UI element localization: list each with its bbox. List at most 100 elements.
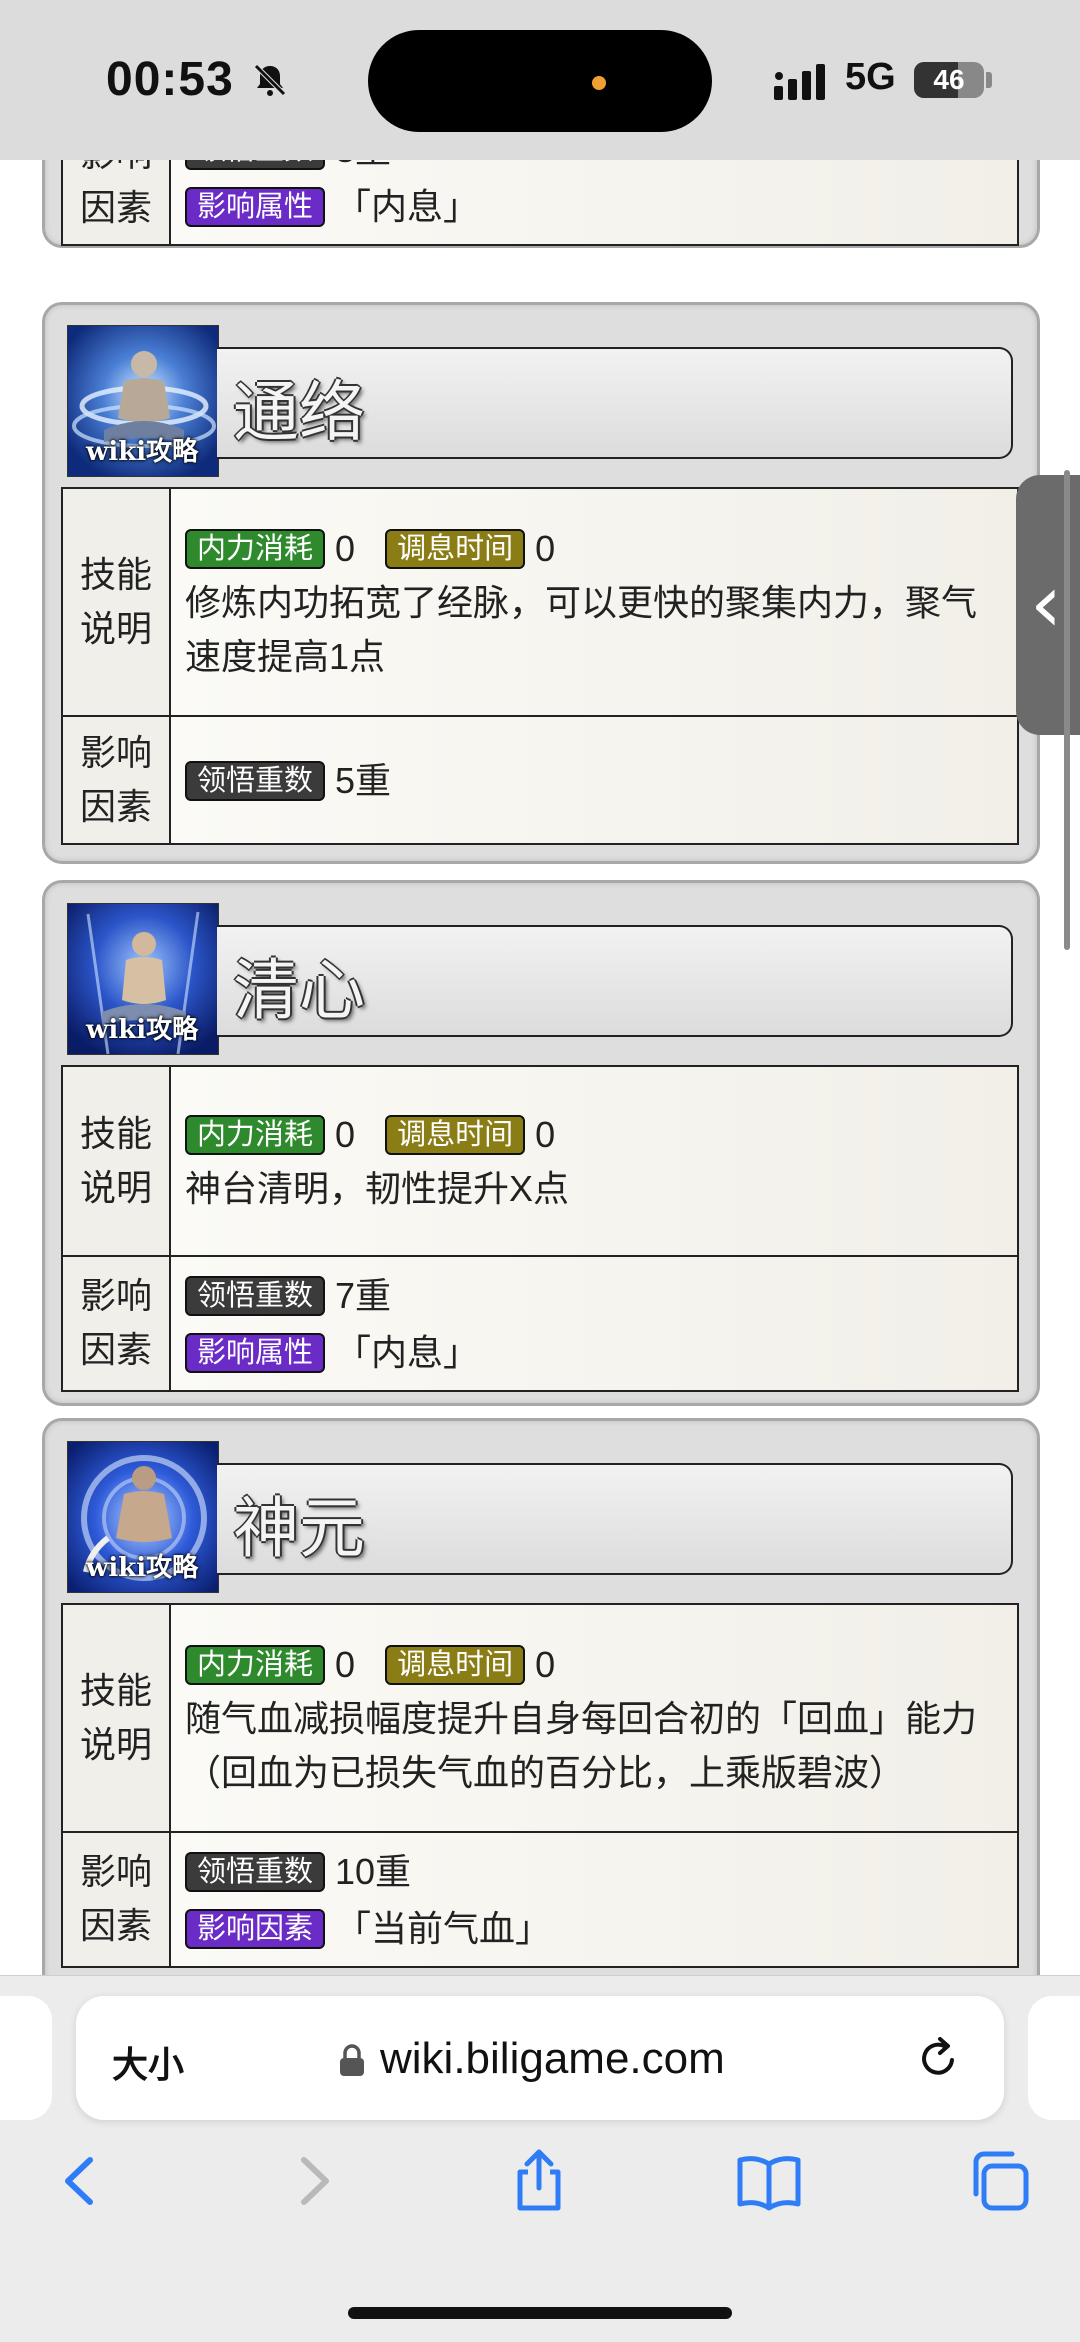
internal-cost-value: 0 — [335, 1644, 356, 1686]
chevron-left-icon[interactable] — [46, 2146, 116, 2216]
cost-line: 内力消耗 0 调息时间 0 — [185, 1636, 1003, 1692]
rest-time-tag: 调息时间 — [385, 529, 526, 570]
skill-title: 通络 — [233, 375, 365, 449]
internal-cost-tag: 内力消耗 — [185, 1115, 326, 1156]
skill-description-label: 技能说明 — [61, 487, 171, 717]
lock-icon — [340, 2044, 364, 2076]
influence-factor-value: 「当前气血」 — [335, 1907, 552, 1949]
reload-icon[interactable] — [914, 2034, 962, 2082]
skill-avatar: wiki攻略 — [67, 325, 219, 477]
rest-time-value: 0 — [535, 1114, 556, 1156]
rest-time-tag: 调息时间 — [385, 1115, 526, 1156]
cost-line: 内力消耗 0 调息时间 0 — [185, 1106, 1003, 1162]
skill-description: 内力消耗 0 调息时间 0 神台清明，韧性提升X点 — [169, 1065, 1019, 1257]
influence-label: 影响因素 — [61, 715, 171, 845]
skill-card: 影响因素 领悟重数 3重 影响属性「内息」 — [42, 160, 1040, 248]
skill-header: wiki攻略 清心 — [67, 903, 1013, 1055]
realization-value: 10重 — [335, 1851, 412, 1893]
dynamic-island — [368, 30, 712, 132]
attribute-value: 「内息」 — [335, 1331, 480, 1373]
address-bar[interactable]: 大小 wiki.biligame.com — [76, 1996, 1004, 2120]
skill-avatar: wiki攻略 — [67, 903, 219, 1055]
rest-time-tag: 调息时间 — [385, 1645, 526, 1686]
influence-row: 影响因素 领悟重数 3重 影响属性「内息」 — [61, 160, 1019, 246]
influence-values: 领悟重数 7重 影响属性 「内息」 — [169, 1255, 1019, 1392]
rest-time-value: 0 — [535, 1644, 556, 1686]
skill-table: 技能说明 内力消耗 0 调息时间 0 修炼内功拓宽了经脉，可以更快的聚集内力，聚气速… — [61, 487, 1019, 845]
influence-line: 影响因素 「当前气血」 — [185, 1899, 1003, 1955]
signal-icon — [774, 64, 825, 100]
side-panel-toggle[interactable]: ‹ — [1016, 475, 1080, 735]
influence-factor-tag: 影响因素 — [185, 1908, 326, 1949]
skill-card-shenyuan: wiki攻略 神元 技能说明 内力消耗 0 调息时间 0 随气血减损幅度提升自身每回… — [42, 1418, 1040, 1975]
description-text: 修炼内功拓宽了经脉，可以更快的聚集内力，聚气速度提高1点 — [185, 582, 978, 678]
scrollbar[interactable] — [1064, 470, 1070, 950]
skill-title: 神元 — [233, 1491, 365, 1565]
influence-label: 影响因素 — [61, 1831, 171, 1968]
text-size-button[interactable]: 大小 — [112, 2036, 184, 2088]
skill-description-label: 技能说明 — [61, 1603, 171, 1833]
battery-tip — [986, 72, 992, 88]
skill-title: 清心 — [233, 953, 365, 1027]
realization-tag: 领悟重数 — [185, 1852, 326, 1893]
bell-slash-icon — [254, 64, 286, 96]
influence-row: 影响因素 领悟重数 10重 影响因素 「当前气血」 — [61, 1831, 1019, 1968]
share-icon[interactable] — [504, 2146, 574, 2216]
skill-table: 影响因素 领悟重数 3重 影响属性「内息」 — [61, 160, 1019, 246]
skill-card-tongluo: wiki攻略 通络 技能说明 内力消耗 0 调息时间 0 修炼内功拓宽了经脉，可以更… — [42, 302, 1040, 864]
influence-row: 影响因素 领悟重数 5重 — [61, 715, 1019, 845]
home-indicator[interactable] — [348, 2307, 732, 2319]
influence-line: 领悟重数 10重 — [185, 1843, 1003, 1899]
description-text: 神台清明，韧性提升X点 — [185, 1168, 570, 1210]
cost-line: 内力消耗 0 调息时间 0 — [185, 520, 1003, 576]
next-tab-peek[interactable] — [1028, 1996, 1080, 2120]
avatar-watermark: wiki攻略 — [86, 1015, 199, 1045]
url-text[interactable]: wiki.biligame.com — [380, 2034, 725, 2084]
internal-cost-tag: 内力消耗 — [185, 529, 326, 570]
influence-label: 影响因素 — [61, 1255, 171, 1392]
influence-line: 影响属性 「内息」 — [185, 1323, 1003, 1379]
skill-header: wiki攻略 神元 — [67, 1441, 1013, 1593]
influence-line: 领悟重数 7重 — [185, 1267, 1003, 1323]
influence-values: 领悟重数 5重 — [169, 715, 1019, 845]
skill-header: wiki攻略 通络 — [67, 325, 1013, 477]
internal-cost-value: 0 — [335, 528, 356, 570]
description-row: 技能说明 内力消耗 0 调息时间 0 神台清明，韧性提升X点 — [61, 1065, 1019, 1257]
skill-avatar: wiki攻略 — [67, 1441, 219, 1593]
realization-tag: 领悟重数 — [185, 160, 326, 171]
skill-description: 内力消耗 0 调息时间 0 修炼内功拓宽了经脉，可以更快的聚集内力，聚气速度提高1点 — [169, 487, 1019, 717]
avatar-watermark: wiki攻略 — [86, 437, 199, 467]
realization-tag: 领悟重数 — [185, 761, 326, 802]
skill-table: 技能说明 内力消耗 0 调息时间 0 随气血减损幅度提升自身每回合初的「回血」能力（… — [61, 1603, 1019, 1968]
book-icon[interactable] — [734, 2146, 804, 2216]
avatar-watermark: wiki攻略 — [86, 1553, 199, 1583]
influence-label: 影响因素 — [61, 160, 171, 246]
realization-value: 3重 — [335, 160, 391, 170]
battery-level: 46 — [933, 64, 965, 95]
influence-values: 领悟重数 10重 影响因素 「当前气血」 — [169, 1831, 1019, 1968]
realization-value: 5重 — [335, 760, 392, 802]
description-row: 技能说明 内力消耗 0 调息时间 0 修炼内功拓宽了经脉，可以更快的聚集内力，聚气速… — [61, 487, 1019, 717]
skill-title-bar: 神元 — [217, 1463, 1013, 1575]
realization-value: 7重 — [335, 1275, 392, 1317]
attribute-tag: 影响属性 — [185, 1332, 326, 1373]
network-type: 5G — [845, 56, 896, 98]
internal-cost-tag: 内力消耗 — [185, 1645, 326, 1686]
influence-line: 影响属性 「内息」 — [185, 177, 1003, 233]
description-row: 技能说明 内力消耗 0 调息时间 0 随气血减损幅度提升自身每回合初的「回血」能力（… — [61, 1603, 1019, 1833]
tabs-icon[interactable] — [964, 2146, 1034, 2216]
influence-line: 领悟重数 3重 — [185, 160, 1003, 177]
attribute-value: 「内息」 — [335, 185, 480, 227]
page-content: 影响因素 领悟重数3重 影响属性「内息」 — [0, 160, 1080, 1975]
previous-tab-peek[interactable] — [0, 1996, 52, 2120]
skill-card-qingxin: wiki攻略 清心 技能说明 内力消耗 0 调息时间 0 神台清明，韧性提升X点 影… — [42, 880, 1040, 1406]
description-text: 随气血减损幅度提升自身每回合初的「回血」能力（回血为已损失气血的百分比，上乘版碧… — [185, 1698, 978, 1794]
influence-row: 影响因素 领悟重数 7重 影响属性 「内息」 — [61, 1255, 1019, 1392]
realization-tag: 领悟重数 — [185, 1276, 326, 1317]
attribute-tag: 影响属性 — [185, 186, 326, 227]
browser-toolbar: 大小 wiki.biligame.com — [0, 1975, 1080, 2342]
chevron-right-icon[interactable] — [278, 2146, 348, 2216]
chevron-left-icon: ‹ — [1030, 557, 1062, 650]
skill-description: 内力消耗 0 调息时间 0 随气血减损幅度提升自身每回合初的「回血」能力（回血为已损… — [169, 1603, 1019, 1833]
skill-table: 技能说明 内力消耗 0 调息时间 0 神台清明，韧性提升X点 影响因素 领悟重数 7重 — [61, 1065, 1019, 1392]
